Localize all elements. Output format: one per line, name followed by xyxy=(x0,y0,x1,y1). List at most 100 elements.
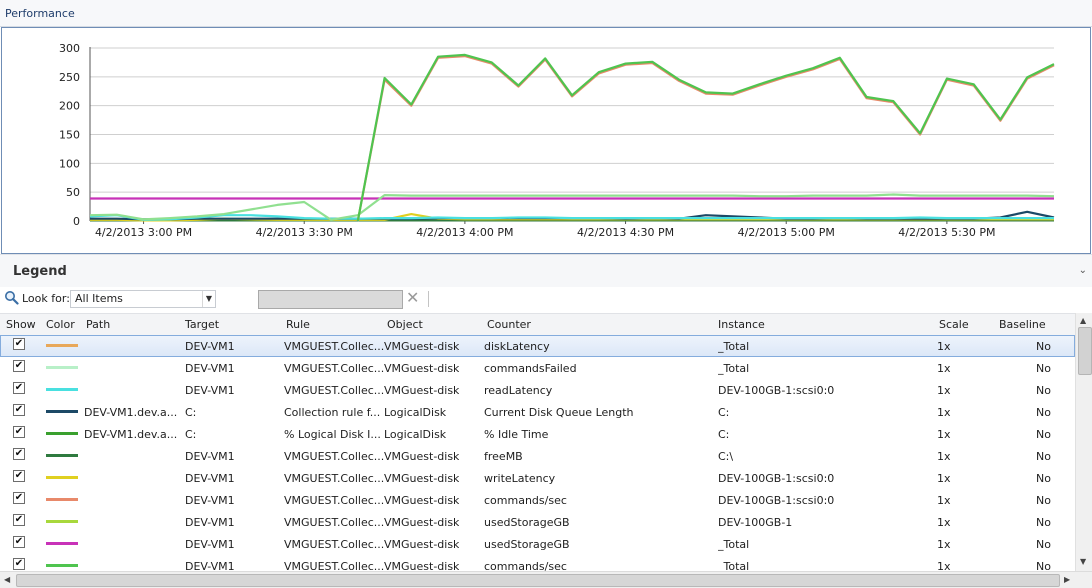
show-checkbox[interactable]: ✔ xyxy=(13,360,25,372)
cell-target: DEV-VM1 xyxy=(185,538,235,551)
cell-scale: 1x xyxy=(937,472,951,485)
cell-instance: _Total xyxy=(718,340,750,353)
cell-rule: VMGUEST.Collec... xyxy=(284,494,385,507)
cell-instance: C:\ xyxy=(718,450,734,463)
cell-baseline: No xyxy=(1036,362,1051,375)
scroll-left-icon[interactable]: ◀ xyxy=(4,575,10,584)
cell-instance: C: xyxy=(718,406,730,419)
column-target[interactable]: Target xyxy=(185,318,219,331)
column-instance[interactable]: Instance xyxy=(718,318,765,331)
legend-grid-header: Show Color Path Target Rule Object Count… xyxy=(0,313,1075,336)
cell-baseline: No xyxy=(1036,340,1051,353)
cell-scale: 1x xyxy=(937,340,951,353)
horizontal-scroll-thumb[interactable] xyxy=(16,574,1060,587)
vertical-scrollbar[interactable]: ▲ ▼ xyxy=(1075,313,1092,571)
table-row[interactable]: ✔ DEV-VM1 VMGUEST.Collec... VMGuest-disk… xyxy=(0,555,1075,571)
table-row[interactable]: ✔ DEV-VM1 VMGUEST.Collec... VMGuest-disk… xyxy=(0,445,1075,467)
cell-counter: usedStorageGB xyxy=(484,538,570,551)
column-counter[interactable]: Counter xyxy=(487,318,531,331)
cell-rule: VMGUEST.Collec... xyxy=(284,472,385,485)
cell-target: DEV-VM1 xyxy=(185,472,235,485)
scrollbar-corner xyxy=(1075,572,1092,588)
legend-section-header[interactable]: Legend ⌄ xyxy=(0,254,1092,287)
table-row[interactable]: ✔ DEV-VM1.dev.a... C: Collection rule f.… xyxy=(0,401,1075,423)
table-row[interactable]: ✔ DEV-VM1 VMGUEST.Collec... VMGuest-disk… xyxy=(0,533,1075,555)
cell-instance: C: xyxy=(718,428,730,441)
column-object[interactable]: Object xyxy=(387,318,423,331)
cell-baseline: No xyxy=(1036,384,1051,397)
show-checkbox[interactable]: ✔ xyxy=(13,558,25,570)
column-scale[interactable]: Scale xyxy=(939,318,969,331)
y-tick-label: 250 xyxy=(59,71,80,84)
table-row[interactable]: ✔ DEV-VM1 VMGUEST.Collec... VMGuest-disk… xyxy=(0,489,1075,511)
color-swatch[interactable] xyxy=(46,520,78,523)
look-for-dropdown[interactable]: All Items ▼ xyxy=(70,290,216,308)
column-path[interactable]: Path xyxy=(86,318,110,331)
cell-baseline: No xyxy=(1036,494,1051,507)
show-checkbox[interactable]: ✔ xyxy=(13,536,25,548)
cell-scale: 1x xyxy=(937,560,951,571)
column-rule[interactable]: Rule xyxy=(286,318,310,331)
table-row[interactable]: ✔ DEV-VM1 VMGUEST.Collec... VMGuest-disk… xyxy=(0,379,1075,401)
cell-object: VMGuest-disk xyxy=(384,472,460,485)
table-row[interactable]: ✔ DEV-VM1 VMGUEST.Collec... VMGuest-disk… xyxy=(0,357,1075,379)
cell-baseline: No xyxy=(1036,516,1051,529)
show-checkbox[interactable]: ✔ xyxy=(13,448,25,460)
column-color[interactable]: Color xyxy=(46,318,75,331)
y-tick-label: 100 xyxy=(59,157,80,170)
cell-target: DEV-VM1 xyxy=(185,340,235,353)
color-swatch[interactable] xyxy=(46,476,78,479)
cell-target: C: xyxy=(185,406,197,419)
scroll-right-icon[interactable]: ▶ xyxy=(1064,575,1070,584)
column-baseline[interactable]: Baseline xyxy=(999,318,1046,331)
cell-counter: % Idle Time xyxy=(484,428,549,441)
color-swatch[interactable] xyxy=(46,564,78,567)
table-row[interactable]: ✔ DEV-VM1 VMGUEST.Collec... VMGuest-disk… xyxy=(0,467,1075,489)
cell-target: DEV-VM1 xyxy=(185,450,235,463)
cell-rule: VMGUEST.Collec... xyxy=(284,538,385,551)
cell-baseline: No xyxy=(1036,428,1051,441)
clear-filter-icon[interactable]: ✕ xyxy=(406,288,419,307)
cell-object: LogicalDisk xyxy=(384,428,447,441)
cell-baseline: No xyxy=(1036,538,1051,551)
color-swatch[interactable] xyxy=(46,344,78,347)
cell-object: VMGuest-disk xyxy=(384,340,460,353)
cell-instance: _Total xyxy=(718,362,750,375)
cell-object: VMGuest-disk xyxy=(384,450,460,463)
show-checkbox[interactable]: ✔ xyxy=(13,492,25,504)
show-checkbox[interactable]: ✔ xyxy=(13,404,25,416)
performance-chart[interactable]: 300 250 200 150 100 50 0 4/2/2013 3:00 PM 4/2/20… xyxy=(1,27,1091,254)
color-swatch[interactable] xyxy=(46,498,78,501)
show-checkbox[interactable]: ✔ xyxy=(13,382,25,394)
performance-title: Performance xyxy=(5,7,75,20)
show-checkbox[interactable]: ✔ xyxy=(13,426,25,438)
cell-counter: commands/sec xyxy=(484,560,567,571)
filter-text-input[interactable] xyxy=(258,290,403,309)
cell-object: VMGuest-disk xyxy=(384,384,460,397)
y-tick-label: 0 xyxy=(73,215,80,228)
cell-baseline: No xyxy=(1036,406,1051,419)
chevron-down-icon[interactable]: ⌄ xyxy=(1079,265,1087,276)
scroll-down-icon[interactable]: ▼ xyxy=(1080,557,1086,566)
color-swatch[interactable] xyxy=(46,388,78,391)
dropdown-arrow-icon[interactable]: ▼ xyxy=(202,291,215,307)
table-row[interactable]: ✔ DEV-VM1 VMGUEST.Collec... VMGuest-disk… xyxy=(0,511,1075,533)
vertical-scroll-thumb[interactable] xyxy=(1078,327,1092,375)
x-tick-label: 4/2/2013 4:30 PM xyxy=(577,226,674,239)
table-row[interactable]: ✔ DEV-VM1 VMGUEST.Collec... VMGuest-disk… xyxy=(0,335,1075,357)
horizontal-scrollbar[interactable]: ◀ ▶ xyxy=(0,571,1092,588)
table-row[interactable]: ✔ DEV-VM1.dev.a... C: % Logical Disk I..… xyxy=(0,423,1075,445)
look-for-label: Look for: xyxy=(22,292,70,305)
column-show[interactable]: Show xyxy=(6,318,36,331)
show-checkbox[interactable]: ✔ xyxy=(13,470,25,482)
show-checkbox[interactable]: ✔ xyxy=(13,514,25,526)
cell-object: VMGuest-disk xyxy=(384,560,460,571)
scroll-up-icon[interactable]: ▲ xyxy=(1080,316,1086,325)
color-swatch[interactable] xyxy=(46,410,78,413)
color-swatch[interactable] xyxy=(46,366,78,369)
show-checkbox[interactable]: ✔ xyxy=(13,338,25,350)
cell-rule: VMGUEST.Collec... xyxy=(284,384,385,397)
color-swatch[interactable] xyxy=(46,454,78,457)
color-swatch[interactable] xyxy=(46,542,78,545)
color-swatch[interactable] xyxy=(46,432,78,435)
